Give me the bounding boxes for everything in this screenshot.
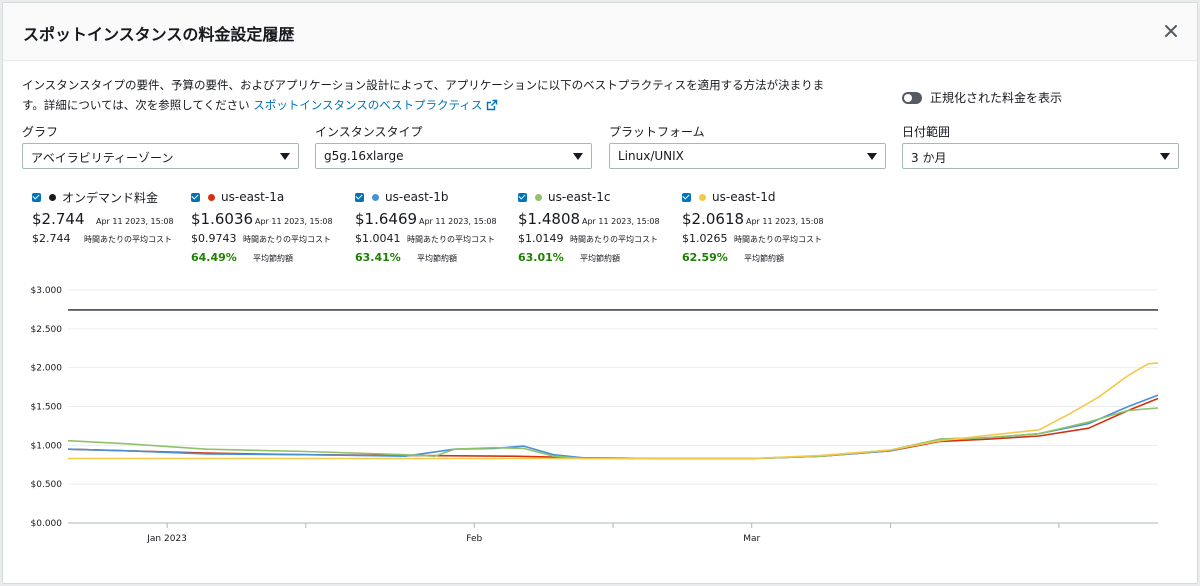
platform-select-value: Linux/UNIX [618, 149, 684, 163]
average-cost-label: 時間あたりの平均コスト [84, 235, 172, 244]
caret-down-icon [1160, 153, 1170, 160]
instance-type-select-value: g5g.16xlarge [324, 149, 404, 163]
average-cost: $1.0265 [682, 232, 728, 245]
instance-type-filter-label: インスタンスタイプ [315, 125, 423, 139]
legend-name: オンデマンド料金 [62, 190, 159, 205]
y-tick-label: $2.000 [31, 364, 63, 374]
date-range-select[interactable]: 3 か月 [902, 143, 1179, 169]
best-practices-link[interactable]: スポットインスタンスのベストプラクティス [253, 98, 498, 112]
series-line [68, 362, 1159, 460]
legend-checkbox-us-east-1b[interactable] [355, 192, 364, 202]
graph-filter-label: グラフ [22, 125, 59, 139]
y-tick-label: $0.000 [31, 519, 63, 529]
platform-filter-label: プラットフォーム [609, 125, 705, 139]
legend-us-east-1a: us-east-1a $1.6036 Apr 11 2023, 15:08 $0.… [191, 188, 351, 264]
date-range-filter: 日付範囲 3 か月 [902, 123, 1179, 169]
modal-header: スポットインスタンスの料金設定履歴 [3, 3, 1197, 61]
platform-filter: プラットフォーム Linux/UNIX [609, 123, 886, 169]
y-tick-label: $0.500 [31, 480, 63, 490]
current-price: $2.0618 [682, 210, 745, 228]
date-range-filter-label: 日付範囲 [902, 125, 951, 139]
y-tick-label: $3.000 [31, 286, 63, 296]
series-dot-icon [208, 193, 215, 201]
price-timestamp: Apr 11 2023, 15:08 [582, 217, 660, 226]
average-savings: 62.59% [682, 251, 728, 264]
average-savings: 63.01% [518, 251, 564, 264]
legend-checkbox-us-east-1c[interactable] [518, 192, 527, 202]
series-dot-icon [372, 193, 379, 201]
graph-select-value: アベイラビリティーゾーン [31, 151, 174, 165]
series-dot-icon [699, 193, 706, 201]
price-timestamp: Apr 11 2023, 15:08 [746, 217, 824, 226]
legend-checkbox-on-demand[interactable] [32, 192, 41, 202]
legend-us-east-1c: us-east-1c $1.4808 Apr 11 2023, 15:08 $1.… [518, 188, 678, 264]
toggle-label: 正規化された料金を表示 [930, 91, 1063, 105]
y-tick-label: $1.000 [31, 441, 63, 451]
x-tick-label: Mar [743, 534, 760, 544]
current-price: $1.6469 [355, 210, 418, 228]
description: インスタンスタイプの要件、予算の要件、およびアプリケーション設計によって、アプリ… [22, 75, 842, 117]
instance-type-filter: インスタンスタイプ g5g.16xlarge [315, 123, 592, 169]
series-line [67, 407, 1159, 460]
average-savings-label: 平均節約額 [253, 254, 293, 263]
legend-name: us-east-1b [385, 190, 449, 204]
average-cost: $1.0041 [355, 232, 401, 245]
best-practices-link-label: スポットインスタンスのベストプラクティス [253, 98, 483, 112]
graph-filter: グラフ アベイラビリティーゾーン [22, 123, 299, 169]
legend-us-east-1d: us-east-1d $2.0618 Apr 11 2023, 15:08 $1.… [682, 188, 842, 264]
normalized-price-toggle[interactable]: 正規化された料金を表示 [902, 89, 1062, 106]
legend-checkbox-us-east-1a[interactable] [191, 192, 200, 202]
current-price: $1.6036 [191, 210, 254, 228]
price-timestamp: Apr 11 2023, 15:08 [419, 217, 497, 226]
average-savings-label: 平均節約額 [417, 254, 457, 263]
x-tick-label: Jan 2023 [146, 534, 187, 544]
caret-down-icon [573, 153, 583, 160]
current-price: $1.4808 [518, 210, 581, 228]
average-cost-label: 時間あたりの平均コスト [407, 235, 495, 244]
graph-select[interactable]: アベイラビリティーゾーン [22, 143, 299, 169]
platform-select[interactable]: Linux/UNIX [609, 143, 886, 169]
average-cost: $2.744 [32, 232, 71, 245]
caret-down-icon [867, 153, 877, 160]
legend-name: us-east-1a [221, 190, 285, 204]
average-cost-label: 時間あたりの平均コスト [734, 235, 822, 244]
average-savings: 64.49% [191, 251, 237, 264]
average-cost-label: 時間あたりの平均コスト [243, 235, 331, 244]
series-dot-icon [49, 193, 56, 201]
caret-down-icon [280, 153, 290, 160]
legend-name: us-east-1d [712, 190, 776, 204]
external-link-icon [486, 97, 498, 117]
toggle-switch[interactable] [902, 91, 922, 104]
average-savings: 63.41% [355, 251, 401, 264]
x-tick-label: Feb [466, 534, 482, 544]
price-timestamp: Apr 11 2023, 15:08 [255, 217, 333, 226]
price-timestamp: Apr 11 2023, 15:08 [96, 217, 174, 226]
legend-on-demand: オンデマンド料金 $2.744 Apr 11 2023, 15:08 $2.744… [32, 188, 192, 245]
price-history-chart: $3.000 $2.500 $2.000 $1.500 $1.000 $0.500 $0.0… [31, 286, 1159, 544]
legend-checkbox-us-east-1d[interactable] [682, 192, 691, 202]
modal-title: スポットインスタンスの料金設定履歴 [23, 25, 295, 44]
instance-type-select[interactable]: g5g.16xlarge [315, 143, 592, 169]
legend-name: us-east-1c [548, 190, 611, 204]
average-cost: $1.0149 [518, 232, 564, 245]
average-savings-label: 平均節約額 [744, 254, 784, 263]
y-tick-label: $2.500 [31, 325, 63, 335]
series-dot-icon [535, 193, 542, 201]
average-savings-label: 平均節約額 [580, 254, 620, 263]
close-icon[interactable] [1161, 21, 1181, 41]
current-price: $2.744 [32, 210, 85, 228]
y-tick-label: $1.500 [31, 403, 63, 413]
average-cost: $0.9743 [191, 232, 237, 245]
average-cost-label: 時間あたりの平均コスト [570, 235, 658, 244]
date-range-select-value: 3 か月 [911, 151, 947, 165]
legend-us-east-1b: us-east-1b $1.6469 Apr 11 2023, 15:08 $1.… [355, 188, 515, 264]
toggle-knob [904, 93, 912, 102]
